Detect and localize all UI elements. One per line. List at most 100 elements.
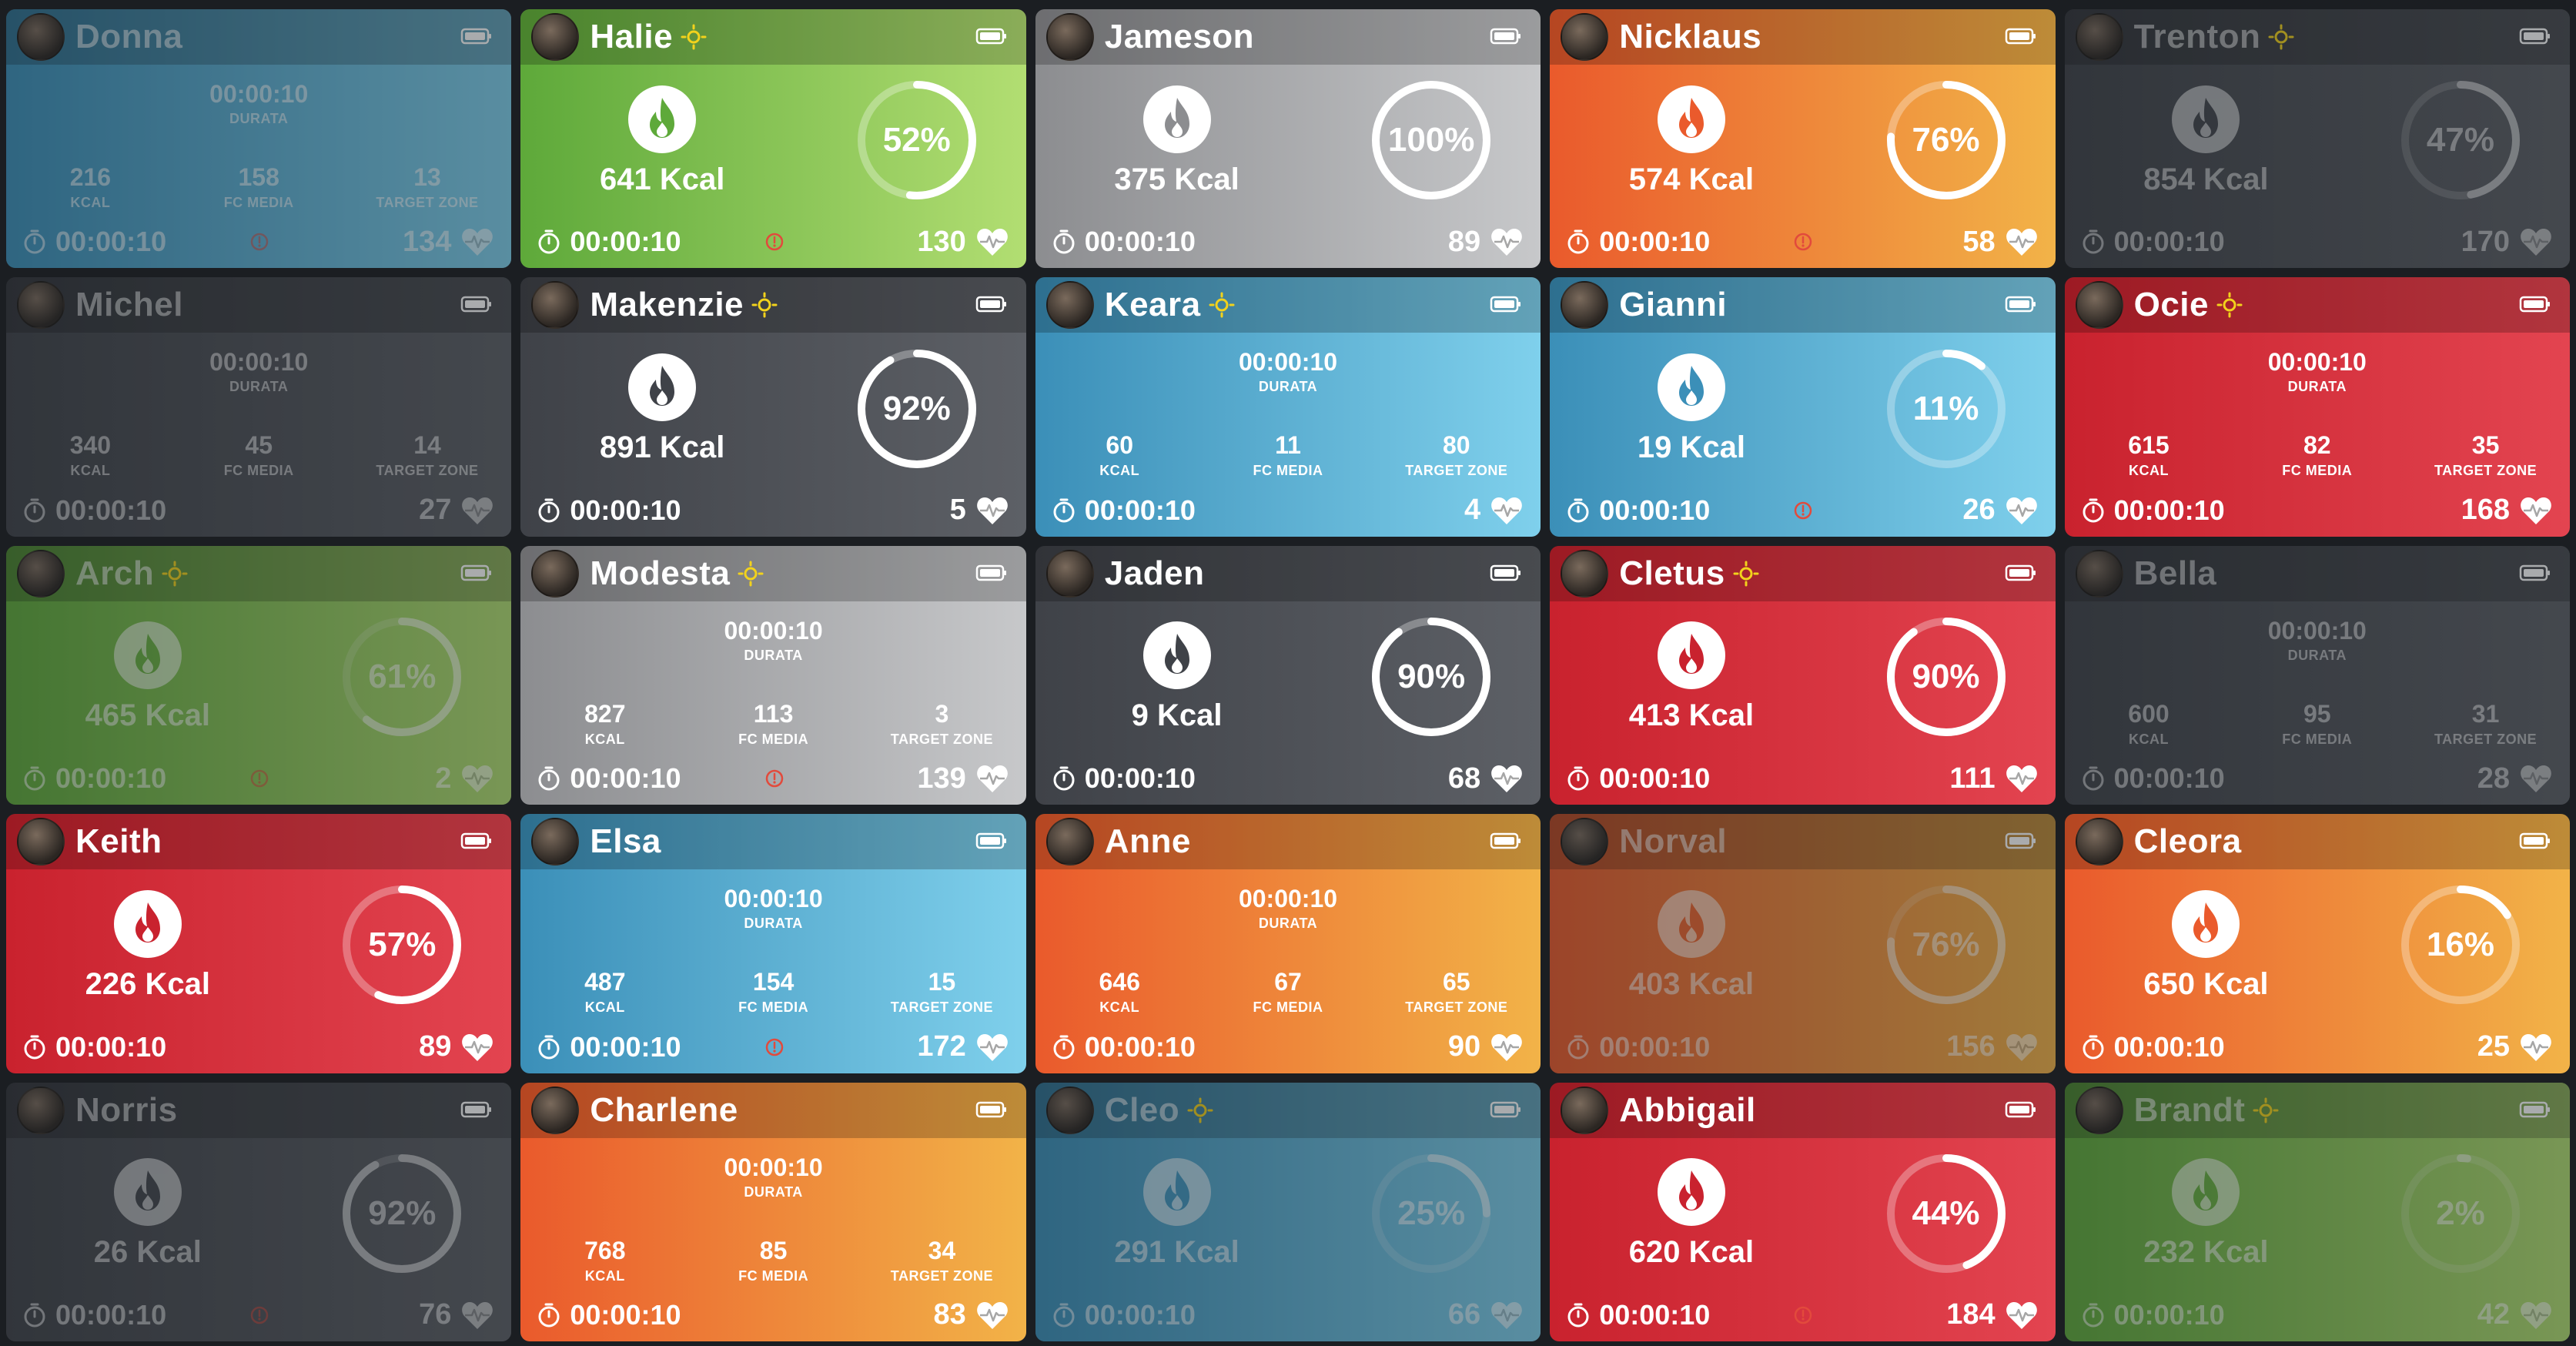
progress-ring: 47%	[2397, 76, 2524, 204]
participant-tile-donna[interactable]: Donna 00:00:10 DURATA 216 KCAL 158 FC ME…	[6, 9, 512, 269]
heart-rate-value: 90	[1447, 1030, 1481, 1063]
alert-icon	[765, 1038, 783, 1056]
participant-name: Gianni	[1619, 286, 1728, 324]
participant-tile-abbigail[interactable]: Abbigail 620 Kcal 44% 00:00:10 184	[1550, 1082, 2056, 1341]
participant-tile-bella[interactable]: Bella 00:00:10 DURATA 600 KCAL 95 FC MED…	[2064, 545, 2570, 805]
calorie-ring-view: 9 Kcal 90%	[1035, 601, 1541, 752]
progress-ring: 90%	[1882, 613, 2010, 741]
flame-icon	[113, 889, 182, 958]
elapsed-time: 00:00:10	[2113, 494, 2225, 526]
stopwatch-icon	[538, 498, 560, 523]
elapsed-time: 00:00:10	[1084, 1030, 1196, 1063]
stopwatch-icon	[24, 1035, 45, 1060]
avatar	[1045, 1086, 1094, 1134]
kcal-value: 291 Kcal	[1114, 1235, 1239, 1270]
participant-tile-makenzie[interactable]: Makenzie 891 Kcal 92% 00:00:10 5	[520, 277, 1026, 537]
participant-tile-norris[interactable]: Norris 26 Kcal 92% 00:00:10 76	[6, 1082, 512, 1341]
participant-tile-jameson[interactable]: Jameson 375 Kcal 100% 00:00:10 89	[1035, 9, 1541, 269]
stats-view: 00:00:10 DURATA 768 KCAL 85 FC MEDIA 34 …	[520, 1138, 1025, 1289]
stopwatch-icon	[2083, 766, 2104, 791]
participant-tile-norval[interactable]: Norval 403 Kcal 76% 00:00:10 156	[1550, 814, 2056, 1073]
elapsed-time: 00:00:10	[55, 494, 167, 526]
elapsed-time: 00:00:10	[2113, 762, 2225, 795]
participant-tile-anne[interactable]: Anne 00:00:10 DURATA 646 KCAL 67 FC MEDI…	[1035, 814, 1541, 1073]
tile-header: Jaden	[1035, 545, 1541, 601]
heart-rate-value: 58	[1962, 225, 1996, 258]
participant-name: Ocie	[2133, 286, 2209, 324]
tile-footer: 00:00:10 68	[1035, 758, 1541, 799]
duration-value: 00:00:10	[209, 348, 309, 377]
battery-icon	[1490, 832, 1521, 849]
participant-name: Jameson	[1104, 18, 1255, 55]
avatar	[2075, 549, 2123, 598]
tile-footer: 00:00:10 66	[1035, 1295, 1541, 1335]
participant-tile-keara[interactable]: Keara 00:00:10 DURATA 60 KCAL 11 FC MEDI…	[1035, 277, 1541, 537]
battery-icon	[1490, 296, 1521, 313]
participant-tile-nicklaus[interactable]: Nicklaus 574 Kcal 76% 00:00:10 58	[1550, 9, 2056, 269]
tile-header: Halie	[520, 9, 1026, 65]
heart-rate-value: 156	[1946, 1030, 1996, 1063]
heart-rate-icon	[976, 1301, 1008, 1329]
heart-rate-value: 27	[419, 494, 452, 527]
calorie-ring-view: 413 Kcal 90%	[1550, 601, 2055, 752]
flame-icon	[113, 621, 182, 690]
progress-ring: 61%	[338, 613, 466, 741]
calorie-ring-view: 891 Kcal 92%	[520, 333, 1025, 484]
tile-footer: 00:00:10 130	[520, 222, 1025, 262]
participant-tile-cletus[interactable]: Cletus 413 Kcal 90% 00:00:10 111	[1550, 545, 2056, 805]
participant-name: Arch	[75, 554, 155, 592]
participant-tile-jaden[interactable]: Jaden 9 Kcal 90% 00:00:10 68	[1035, 545, 1541, 805]
avatar	[1561, 1086, 1609, 1134]
stopwatch-icon	[1567, 229, 1589, 254]
tile-header: Keith	[6, 814, 512, 870]
participant-name: Charlene	[590, 1090, 738, 1129]
heart-rate-icon	[976, 229, 1008, 256]
participant-tile-trenton[interactable]: Trenton 854 Kcal 47% 00:00:10 170	[2064, 9, 2570, 269]
participant-tile-cleora[interactable]: Cleora 650 Kcal 16% 00:00:10 25	[2064, 814, 2570, 1073]
hr-avg-label: FC MEDIA	[223, 195, 294, 210]
participant-tile-charlene[interactable]: Charlene 00:00:10 DURATA 768 KCAL 85 FC …	[520, 1082, 1026, 1341]
progress-percent: 92%	[882, 389, 951, 427]
flame-icon	[1657, 353, 1725, 422]
participant-tile-arch[interactable]: Arch 465 Kcal 61% 00:00:10 2	[6, 545, 512, 805]
participant-tile-cleo[interactable]: Cleo 291 Kcal 25% 00:00:10 66	[1035, 1082, 1541, 1341]
avatar	[531, 818, 580, 866]
progress-percent: 2%	[2436, 1194, 2485, 1232]
kcal-stat-value: 827	[584, 699, 626, 728]
participant-tile-ocie[interactable]: Ocie 00:00:10 DURATA 615 KCAL 82 FC MEDI…	[2064, 277, 2570, 537]
participant-tile-gianni[interactable]: Gianni 19 Kcal 11% 00:00:10 26	[1550, 277, 2056, 537]
alert-icon	[250, 1306, 269, 1324]
elapsed-time: 00:00:10	[1599, 494, 1711, 526]
stopwatch-icon	[1053, 1303, 1075, 1328]
participant-tile-brandt[interactable]: Brandt 232 Kcal 2% 00:00:10 42	[2064, 1082, 2570, 1341]
battery-icon	[2005, 1101, 2036, 1117]
tile-footer: 00:00:10 25	[2065, 1027, 2570, 1067]
tile-footer: 00:00:10 156	[1550, 1027, 2055, 1067]
calorie-ring-view: 291 Kcal 25%	[1035, 1138, 1541, 1289]
stat-kcal: 768 KCAL	[520, 1237, 689, 1284]
stopwatch-icon	[2083, 229, 2104, 254]
battery-icon	[2005, 832, 2036, 849]
participant-tile-michel[interactable]: Michel 00:00:10 DURATA 340 KCAL 45 FC ME…	[6, 277, 512, 537]
flame-icon	[2172, 1158, 2240, 1227]
avatar	[1045, 818, 1094, 866]
heart-rate-value: 130	[917, 225, 966, 258]
participant-tile-elsa[interactable]: Elsa 00:00:10 DURATA 487 KCAL 154 FC MED…	[520, 814, 1026, 1073]
participant-tile-modesta[interactable]: Modesta 00:00:10 DURATA 827 KCAL 113 FC …	[520, 545, 1026, 805]
progress-percent: 25%	[1397, 1194, 1466, 1232]
sun-icon	[751, 292, 778, 318]
participant-name: Abbigail	[1619, 1090, 1756, 1129]
avatar	[1561, 549, 1609, 598]
stats-view: 00:00:10 DURATA 646 KCAL 67 FC MEDIA 65 …	[1035, 869, 1541, 1020]
sun-icon	[1209, 292, 1235, 318]
battery-icon	[2519, 832, 2550, 849]
participant-tile-halie[interactable]: Halie 641 Kcal 52% 00:00:10 130	[520, 9, 1026, 269]
participant-tile-keith[interactable]: Keith 226 Kcal 57% 00:00:10 89	[6, 814, 512, 1073]
elapsed-time: 00:00:10	[1599, 226, 1711, 258]
progress-ring: 92%	[853, 345, 981, 473]
kcal-stat-label: KCAL	[1099, 999, 1140, 1016]
participant-name: Brandt	[2133, 1090, 2246, 1129]
duration-label: DURATA	[744, 916, 803, 932]
kcal-stat-label: KCAL	[70, 195, 111, 210]
hr-avg-value: 82	[2303, 431, 2331, 460]
